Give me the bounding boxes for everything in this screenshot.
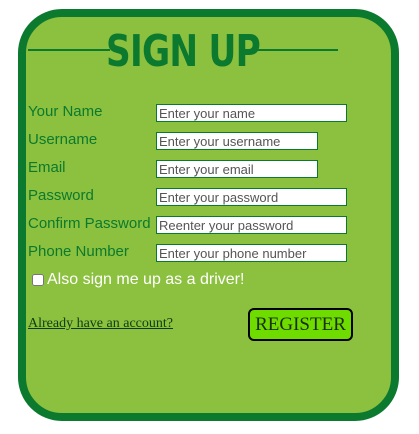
confirm-password-input[interactable] [156,216,347,234]
register-button[interactable]: REGISTER [248,308,353,341]
page-title: SIGN UP [106,26,261,77]
your-name-label: Your Name [28,103,103,120]
phone-number-label: Phone Number [28,243,129,260]
driver-option-row: Also sign me up as a driver! [32,271,244,289]
phone-number-input[interactable] [156,244,347,262]
password-label: Password [28,187,94,204]
password-input[interactable] [156,188,347,206]
username-input[interactable] [156,132,318,150]
email-input[interactable] [156,160,318,178]
signup-header: SIGN UP [28,30,338,80]
your-name-input[interactable] [156,104,347,122]
username-label: Username [28,131,98,148]
already-have-account-link[interactable]: Already have an account? [28,316,173,332]
confirm-password-label: Confirm Password [28,215,151,232]
driver-checkbox-label[interactable]: Also sign me up as a driver! [47,271,244,289]
driver-checkbox[interactable] [32,274,44,286]
title-divider-right [256,49,338,51]
email-label: Email [28,159,66,176]
